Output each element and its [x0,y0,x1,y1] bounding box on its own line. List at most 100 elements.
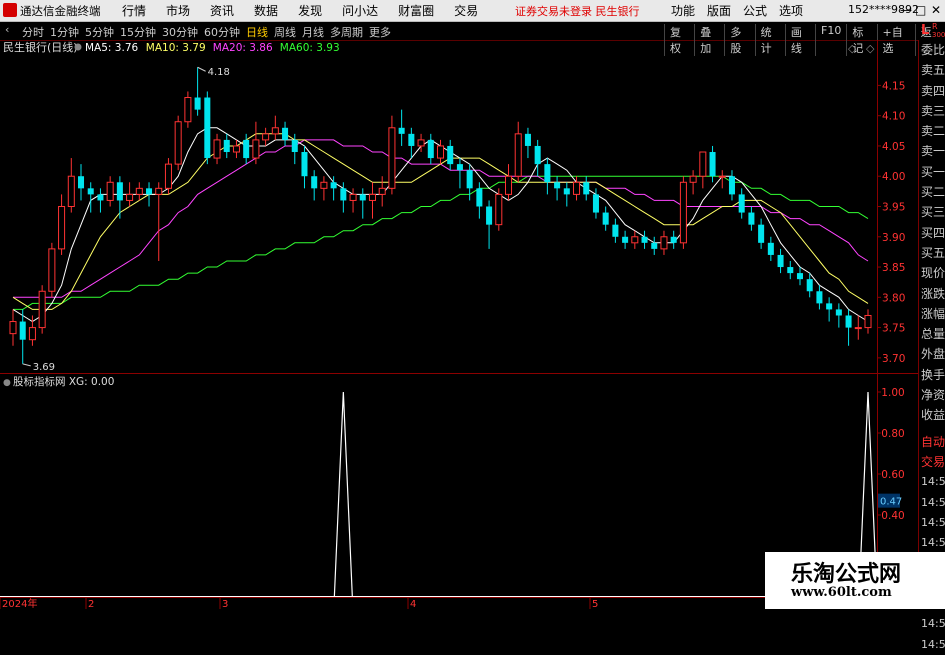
period-6[interactable]: 日线 [246,24,268,40]
period-1[interactable]: 1分钟 [50,24,79,40]
watermark-url: www.60lt.com [791,585,892,600]
side-time-7: 14:56 [921,617,945,631]
side-time-2: 14:56 [921,515,945,529]
period-3[interactable]: 15分钟 [120,24,156,40]
side-item-17: 净资 [921,388,945,403]
menu-fortune[interactable]: 财富圈 [388,2,444,19]
candle-body-down [223,139,230,153]
side-item-14: 总量 [921,327,945,342]
side-lower-0[interactable]: 自动 [919,432,945,452]
menu-layout[interactable]: 版面 [701,2,737,19]
candle [602,206,609,231]
corner-indicator: L R 300 [918,22,945,40]
candle [767,236,774,261]
menu-markets[interactable]: 市场 [156,2,200,19]
candle-body-down [806,279,813,292]
candle [126,182,134,207]
candle [806,273,813,298]
candle [164,158,172,195]
candle [534,139,541,177]
title-bar: 通达信金融终端 行情 市场 资讯 数据 发现 问小达 财富圈 交易 证券交易未登… [0,0,945,22]
candle [854,315,862,340]
candle [378,176,386,207]
candle [456,158,463,189]
candle-body-down [476,188,483,207]
candle-body-up [174,121,182,165]
period-0[interactable]: 分时 [22,24,44,40]
maximize-button[interactable]: □ [915,3,926,17]
period-5[interactable]: 60分钟 [204,24,240,40]
candle-body-down [796,273,804,280]
candle-body-down [116,182,123,201]
candle-body-down [622,236,629,243]
candle-body-down [194,97,201,110]
menu-discover[interactable]: 发现 [288,2,332,19]
candle [116,176,123,219]
candle-body-down [767,242,774,255]
candle [282,121,289,146]
side-time-1: 14:56 [921,495,945,509]
menu-trade[interactable]: 交易 [444,2,488,19]
period-10[interactable]: 更多 [369,24,391,40]
side-item-6: 买一 [921,164,945,179]
candle-body-up [184,97,192,123]
menu-ask[interactable]: 问小达 [332,2,388,19]
ma-label: MA60: 3.93 [280,42,340,54]
candle-body-down [359,194,366,201]
candle [320,176,328,201]
candle-body-up [67,175,75,208]
candle-body-up [48,248,56,292]
candle-body-up [660,236,668,250]
candle [262,127,270,146]
candle [9,309,17,346]
menu-market[interactable]: 行情 [112,2,156,19]
side-time-0: 14:56 [921,475,945,489]
candle [466,164,473,201]
back-arrow-icon[interactable]: ‹ [5,23,9,36]
period-9[interactable]: 多周期 [330,24,363,40]
candle-body-down [602,212,609,225]
period-4[interactable]: 30分钟 [162,24,198,40]
side-item-12: 涨跌 [921,286,945,301]
menu-function[interactable]: 功能 [665,2,701,19]
menu-data[interactable]: 数据 [244,2,288,19]
candle [758,218,765,249]
indicator-title: 股标指标网 XG: 0.00 [13,375,114,388]
candle-body-down [709,152,716,177]
close-button[interactable]: ✕ [931,3,941,17]
menu-news[interactable]: 资讯 [200,2,244,19]
period-8[interactable]: 月线 [302,24,324,40]
candle [67,158,75,213]
candle-body-up [135,187,143,195]
side-item-16: 换手 [921,367,945,382]
settings-dot-icon [74,43,82,51]
candle [223,133,230,159]
menu-formula[interactable]: 公式 [737,2,773,19]
candle [709,145,716,183]
candle-body-up [378,187,386,195]
price-tick-label: 3.80 [882,292,905,304]
kline-chart[interactable]: 4.15 4.10 4.05 4.00 3.95 3.90 3.85 3.80 3.75 3.70… [0,40,918,609]
candles [9,67,872,364]
candle [311,170,318,201]
candle [77,164,85,201]
candle [670,230,677,249]
candle-body-up [368,193,377,201]
watermark: 乐淘公式网 www.60lt.com [765,552,945,609]
candle [301,145,308,189]
side-lower-1[interactable]: 交易 [919,452,945,472]
period-7[interactable]: 周线 [274,24,296,40]
candle [476,182,483,219]
candle [135,182,143,201]
candle-body-up [718,175,726,178]
candle [436,139,445,165]
candle [816,285,823,310]
trade-login-notice[interactable]: 证券交易未登录 民生银行 [515,3,640,19]
candle [777,248,784,274]
minimize-button[interactable]: — [900,3,912,17]
candle [349,188,357,213]
period-2[interactable]: 5分钟 [85,24,114,40]
candle-body-down [146,188,153,195]
candle [495,188,503,231]
menu-options[interactable]: 选项 [773,2,809,19]
